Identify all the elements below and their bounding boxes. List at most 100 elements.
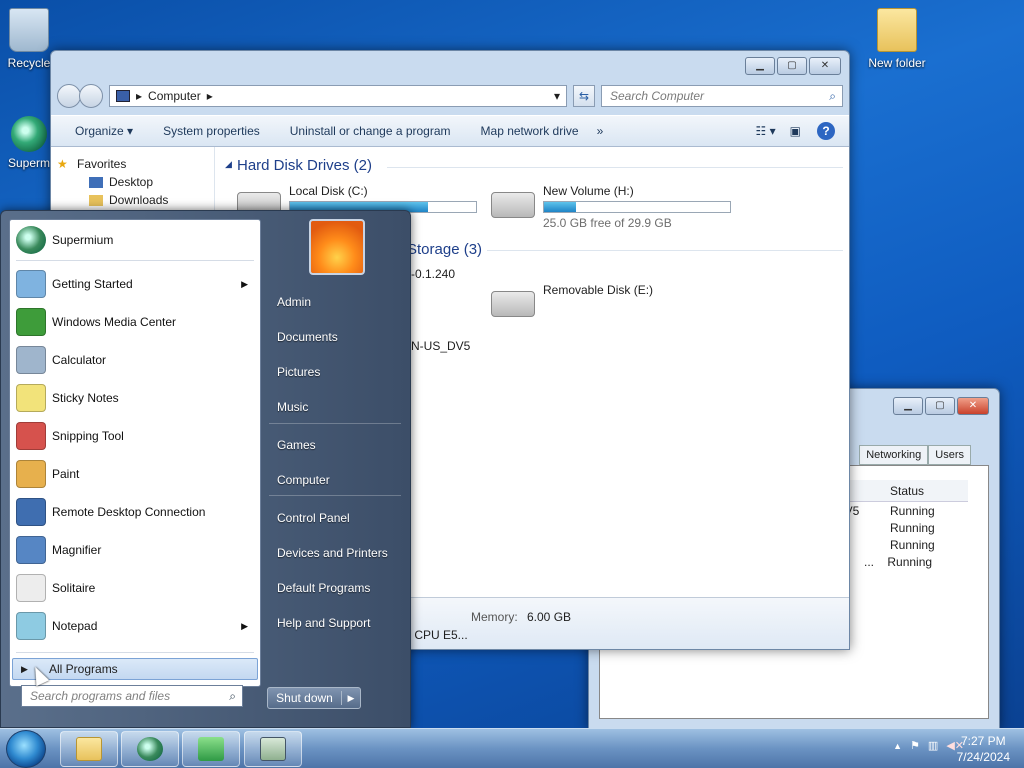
dvd-item-label[interactable]: N-US_DV5 — [411, 339, 470, 353]
row-status: Running — [887, 555, 933, 569]
nav-item-favorites[interactable]: ★ Favorites — [51, 155, 214, 173]
removable-disk-icon — [491, 291, 535, 317]
close-button[interactable]: ✕ — [809, 57, 841, 75]
start-item-notepad[interactable]: Notepad ▶ — [12, 608, 258, 644]
start-search-input[interactable]: Search programs and files ⌕ — [21, 685, 243, 707]
start-item-getting-started[interactable]: Getting Started ▶ — [12, 266, 258, 302]
start-right-computer[interactable]: Computer — [277, 473, 330, 487]
start-right-default-programs[interactable]: Default Programs — [277, 581, 370, 595]
taskbar-task-manager[interactable] — [244, 731, 302, 767]
taskbar-supermium[interactable] — [121, 731, 179, 767]
taskbar-media[interactable] — [182, 731, 240, 767]
start-right-pictures[interactable]: Pictures — [277, 365, 320, 379]
clock[interactable]: 7:27 PM 7/24/2024 — [957, 733, 1010, 765]
magnifier-icon — [16, 536, 46, 564]
start-right-devices-and-printers[interactable]: Devices and Printers — [277, 546, 388, 560]
preview-pane-icon[interactable]: ▣ — [790, 124, 801, 138]
paint-icon — [16, 460, 46, 488]
back-button[interactable] — [57, 84, 81, 108]
hard-disk-icon — [491, 192, 535, 218]
tab-users[interactable]: Users — [928, 445, 971, 465]
column-header-status[interactable]: Status — [890, 484, 924, 498]
start-item-label: Calculator — [52, 353, 107, 367]
all-programs-button[interactable]: ▶ All Programs — [12, 658, 258, 680]
start-item-magnifier[interactable]: Magnifier — [12, 532, 258, 568]
row-name: ... — [864, 555, 875, 569]
submenu-arrow-icon[interactable]: ▶ — [241, 279, 248, 290]
getting-started-icon — [16, 270, 46, 298]
forward-button[interactable] — [79, 84, 103, 108]
start-right-documents[interactable]: Documents — [277, 330, 338, 344]
uninstall-program-button[interactable]: Uninstall or change a program — [290, 124, 451, 138]
start-right-help-and-support[interactable]: Help and Support — [277, 616, 370, 630]
group-collapse-icon[interactable]: ◢ — [225, 159, 232, 170]
search-input[interactable]: Search Computer ⌕ — [601, 85, 843, 107]
start-item-solitaire[interactable]: Solitaire — [12, 570, 258, 606]
start-item-remote-desktop-connection[interactable]: Remote Desktop Connection — [12, 494, 258, 530]
start-menu-programs-pane: Supermium Getting Started ▶ Windows Media … — [9, 219, 261, 687]
start-item-snipping-tool[interactable]: Snipping Tool — [12, 418, 258, 454]
start-menu: Supermium Getting Started ▶ Windows Media … — [0, 210, 411, 728]
drive-usage-bar — [543, 201, 731, 213]
notepad-icon — [16, 612, 46, 640]
breadcrumb-computer[interactable]: Computer — [148, 89, 201, 103]
refresh-button[interactable]: ⇆ — [573, 85, 595, 107]
start-right-music[interactable]: Music — [277, 400, 308, 414]
computer-icon — [116, 90, 130, 102]
table-row[interactable]: DV5 Running — [836, 504, 976, 518]
start-button[interactable] — [6, 730, 46, 768]
help-icon[interactable]: ? — [817, 122, 835, 140]
search-icon[interactable]: ⌕ — [829, 89, 836, 104]
start-item-calculator[interactable]: Calculator — [12, 342, 258, 378]
media-center-icon — [16, 308, 46, 336]
start-item-paint[interactable]: Paint — [12, 456, 258, 492]
drive-h[interactable]: New Volume (H:) 25.0 GB free of 29.9 GB — [491, 184, 751, 234]
start-item-windows-media-center[interactable]: Windows Media Center — [12, 304, 258, 340]
minimize-button[interactable]: ▁ — [893, 397, 923, 415]
organize-button[interactable]: Organize ▾ — [75, 124, 133, 138]
desktop-icon-new-folder[interactable]: New folder — [862, 8, 932, 70]
submenu-arrow-icon[interactable]: ▶ — [241, 621, 248, 632]
start-item-supermium[interactable]: Supermium — [12, 222, 258, 258]
tab-networking[interactable]: Networking — [859, 445, 929, 465]
start-item-label: Getting Started — [52, 277, 133, 291]
supermium-icon — [16, 226, 46, 254]
maximize-button[interactable]: ▢ — [925, 397, 955, 415]
start-right-games[interactable]: Games — [277, 438, 316, 452]
minimize-button[interactable]: ▁ — [745, 57, 775, 75]
group-title-hard-disks[interactable]: Hard Disk Drives (2) — [237, 157, 372, 174]
network-item-label[interactable]: -0.1.240 — [411, 267, 455, 281]
start-right-control-panel[interactable]: Control Panel — [277, 511, 350, 525]
map-network-drive-button[interactable]: Map network drive — [481, 124, 579, 138]
clock-time: 7:27 PM — [960, 734, 1006, 748]
user-picture[interactable] — [309, 219, 365, 275]
table-row[interactable]: Running — [890, 521, 935, 535]
action-center-flag-icon[interactable]: ⚑ — [910, 739, 920, 752]
more-commands-button[interactable]: » — [597, 124, 604, 138]
address-dropdown-icon[interactable]: ▾ — [554, 89, 566, 103]
nav-item-desktop[interactable]: Desktop — [51, 173, 214, 191]
view-options-icon[interactable]: ☷ ▾ — [756, 124, 776, 138]
group-title-removable-storage[interactable]: Storage (3) — [407, 241, 482, 258]
start-right-admin[interactable]: Admin — [277, 295, 311, 309]
start-item-sticky-notes[interactable]: Sticky Notes — [12, 380, 258, 416]
shutdown-button[interactable]: Shut down ▶ — [267, 687, 361, 709]
taskbar-explorer[interactable] — [60, 731, 118, 767]
address-bar[interactable]: ▸ Computer ▸ ▾ — [109, 85, 567, 107]
system-tray: ▲ ⚑ ▥ ◀✕ — [893, 739, 964, 752]
remote-desktop-icon — [16, 498, 46, 526]
table-row[interactable]: ... Running — [864, 555, 932, 569]
system-properties-button[interactable]: System properties — [163, 124, 260, 138]
start-item-label: Snipping Tool — [52, 429, 124, 443]
nav-item-downloads[interactable]: Downloads — [51, 191, 214, 209]
maximize-button[interactable]: ▢ — [777, 57, 807, 75]
memory-label: Memory: — [471, 610, 518, 624]
network-icon[interactable]: ▥ — [928, 739, 938, 752]
shutdown-options-icon[interactable]: ▶ — [342, 693, 360, 704]
snipping-tool-icon — [16, 422, 46, 450]
table-row[interactable]: Running — [890, 538, 935, 552]
close-button[interactable]: ✕ — [957, 397, 989, 415]
show-hidden-icons-button[interactable]: ▲ — [893, 739, 902, 752]
drive-e[interactable]: Removable Disk (E:) — [491, 283, 731, 319]
desktop-icon — [89, 177, 103, 188]
